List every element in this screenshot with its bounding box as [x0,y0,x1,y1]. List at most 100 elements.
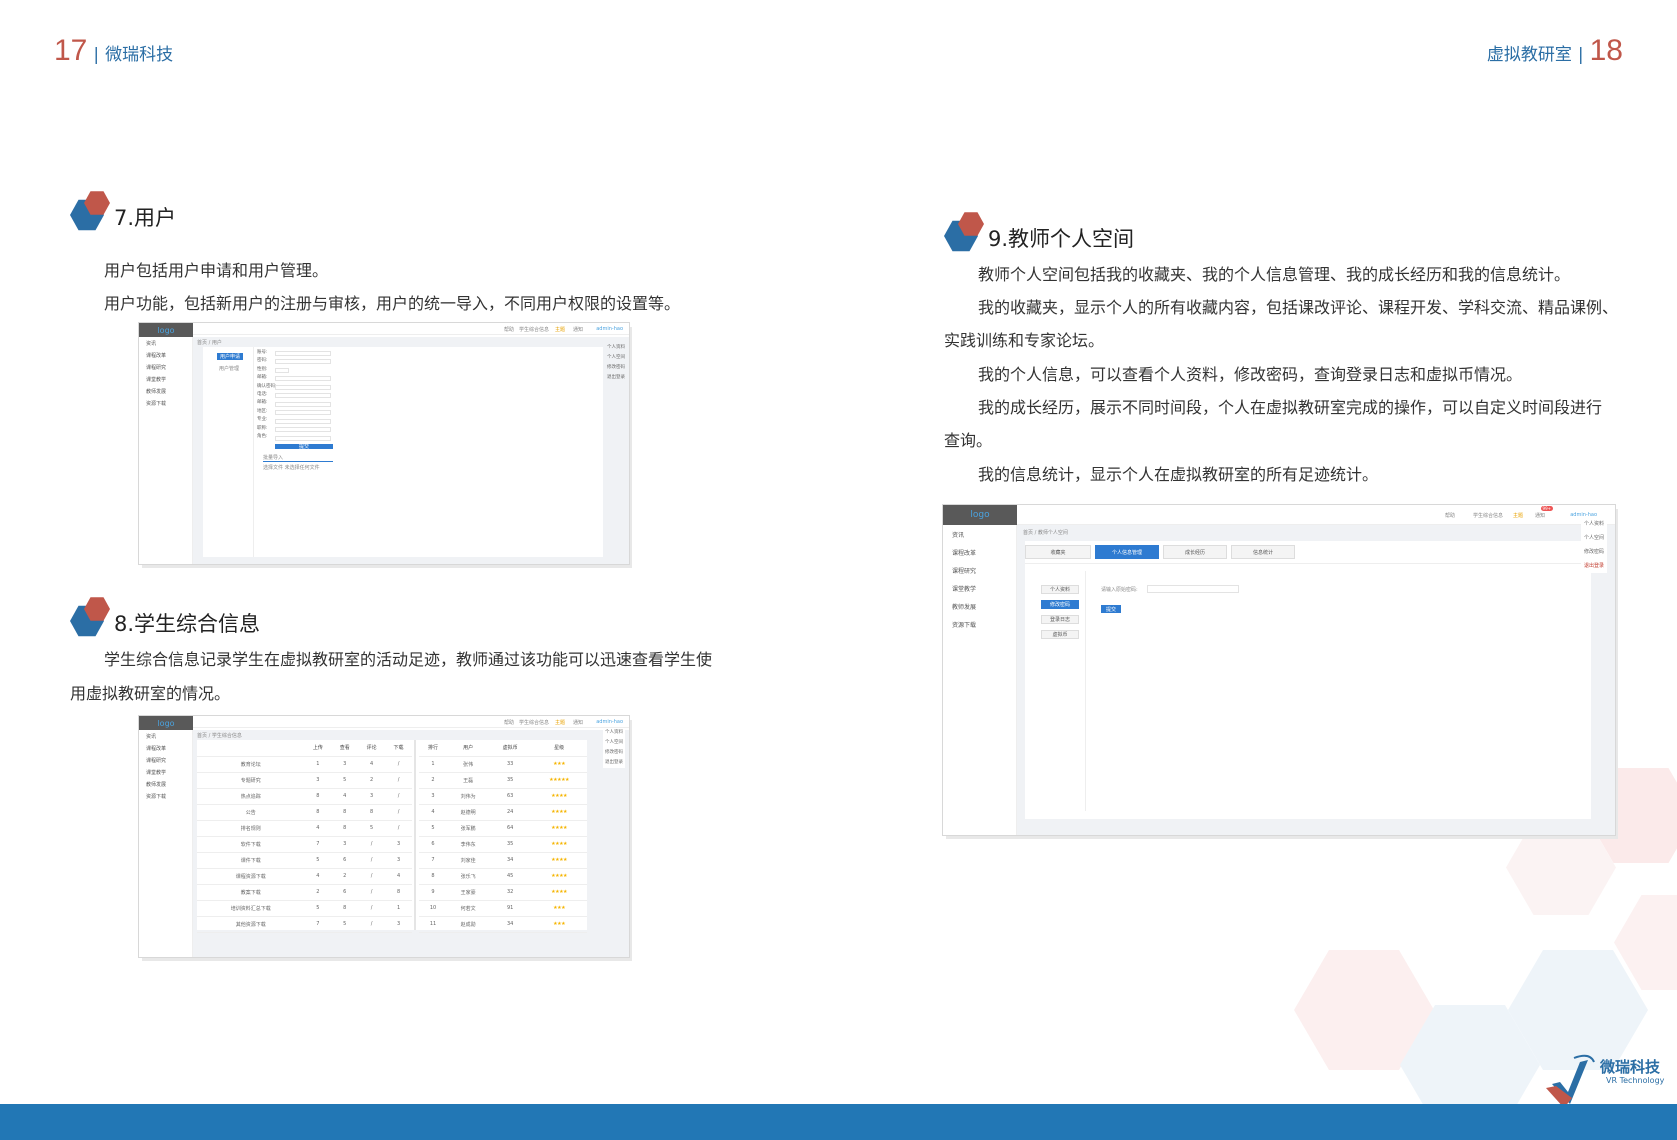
footer-bar [0,1104,1677,1140]
form-input[interactable] [275,402,331,407]
menu-profile[interactable]: 个人资料 [1041,585,1079,594]
menu-item[interactable]: 修改密码 [1584,545,1604,559]
password-input[interactable] [1147,585,1239,593]
app-main: 首页 / 用户 用户申请 用户管理 账号: 密码: 性别: 邮箱: 确认密码: … [193,337,629,564]
table-header-row: 排行 用户 虚拟币 星级 [419,740,587,757]
tab-user-manage[interactable]: 用户管理 [219,365,239,372]
sidebar-item[interactable]: 资讯 [139,337,192,349]
topbar-notice[interactable]: 通知 [573,326,583,333]
table-cell: 公告 [197,804,305,821]
screenshot-users: logo 资讯 课程改革 课程研究 课堂教学 教师发展 资源下载 帮助 学生综合… [139,323,629,564]
menu-item[interactable]: 个人资料 [607,343,625,353]
table-cell: 8 [304,804,332,821]
section-title: 9.教师个人空间 [988,227,1135,251]
table-cell: 张伟 [447,756,490,773]
menu-item[interactable]: 个人资料 [1584,517,1604,531]
sidebar-item[interactable]: 课程研究 [139,754,192,766]
topbar-notice[interactable]: 通知 [573,719,583,726]
menu-item[interactable]: 退出登录 [1584,559,1604,573]
menu-item[interactable]: 退出登录 [605,758,623,768]
sidebar-item[interactable]: 资源下载 [943,615,1016,633]
table-cell: / [358,916,386,933]
left-header-title: 微瑞科技 [105,45,174,65]
table-cell: 8 [331,900,359,917]
sidebar-item[interactable]: 课程改革 [139,349,192,361]
sidebar-item[interactable]: 资讯 [139,730,192,742]
menu-item[interactable]: 个人资料 [605,728,623,738]
topbar-student-info[interactable]: 学生综合信息 [519,719,549,726]
topbar-notice[interactable]: 通知 [1535,512,1545,519]
paragraph: 用户功能，包括新用户的注册与审核，用户的统一导入，不同用户权限的设置等。 [104,294,681,313]
table-cell: 2 [304,884,332,901]
menu-item[interactable]: 修改密码 [607,363,625,373]
submit-button[interactable]: 提交 [275,444,333,450]
topbar-user[interactable]: admin-hao [596,719,623,725]
form-input[interactable] [275,393,331,398]
sidebar-item[interactable]: 资源下载 [139,397,192,409]
table-cell: 24 [489,804,532,821]
sidebar-item[interactable]: 教师发展 [943,597,1016,615]
menu-item[interactable]: 个人空间 [607,353,625,363]
topbar-help[interactable]: 帮助 [504,326,514,333]
table-cell: 李伟东 [447,836,490,853]
sidebar-item[interactable]: 课堂教学 [943,579,1016,597]
table-cell: 1 [419,756,448,773]
form-select[interactable] [275,368,289,373]
submit-button[interactable]: 提交 [1101,605,1121,613]
form-select[interactable] [275,410,331,415]
right-page-number: 18 [1589,34,1623,67]
sidebar-item[interactable]: 资讯 [943,525,1016,543]
form-select[interactable] [275,436,331,441]
form-select[interactable] [275,419,331,424]
form-input[interactable] [275,359,331,364]
table-cell: 32 [489,884,532,901]
table-cell: 34 [489,916,532,933]
sidebar-item[interactable]: 课程研究 [943,561,1016,579]
tab-user-apply[interactable]: 用户申请 [217,353,243,360]
table-row: 5 张军鹏 64 ★★★★ [419,820,587,837]
table-row: 教育论坛 1 3 4/ [197,756,412,773]
topbar-theme[interactable]: 主题 [555,326,565,333]
menu-item[interactable]: 修改密码 [605,748,623,758]
topbar-student-info[interactable]: 学生综合信息 [1473,512,1503,519]
hexagon-bullet-icon [70,190,110,232]
hexagon-bullet-icon [944,211,984,253]
user-dropdown-menu: 个人资料 个人空间 修改密码 退出登录 [607,343,625,383]
user-dropdown-menu: 个人资料 个人空间 修改密码 退出登录 [603,728,625,768]
menu-item[interactable]: 个人空间 [605,738,623,748]
tab-growth[interactable]: 成长经历 [1163,545,1227,559]
table-cell: 教育论坛 [197,756,305,773]
form-select[interactable] [275,427,331,432]
sidebar-item[interactable]: 教师发展 [139,385,192,397]
right-header-title: 虚拟教研室 [1486,45,1572,65]
topbar-theme[interactable]: 主题 [1513,512,1523,519]
tab-favorites[interactable]: 收藏夹 [1025,545,1091,559]
form-input[interactable] [275,351,331,356]
sidebar-item[interactable]: 课程研究 [139,361,192,373]
form-input[interactable] [275,385,331,390]
table-row: 6 李伟东 35 ★★★★ [419,836,587,853]
sidebar-item[interactable]: 教师发展 [139,778,192,790]
breadcrumb: 首页 / 学生综合信息 [197,733,242,739]
sidebar-item[interactable]: 课堂教学 [139,373,192,385]
table-cell: 7 [419,852,448,869]
topbar-student-info[interactable]: 学生综合信息 [519,326,549,333]
topbar-user[interactable]: admin-hao [596,326,623,332]
app-main: 首页 / 学生综合信息 上传 查看 评论 下载 教育论坛 1 3 4/专题研究 3 5 2/热点追… [193,728,629,957]
menu-item[interactable]: 个人空间 [1584,531,1604,545]
menu-item[interactable]: 退出登录 [607,373,625,383]
topbar-theme[interactable]: 主题 [555,719,565,726]
sidebar-item[interactable]: 课程改革 [943,543,1016,561]
menu-change-password[interactable]: 修改密码 [1041,600,1079,609]
topbar-help[interactable]: 帮助 [1445,512,1455,519]
form-input[interactable] [275,376,331,381]
import-label[interactable]: 批量导入 [263,454,283,461]
sidebar-item[interactable]: 课程改革 [139,742,192,754]
sidebar-item[interactable]: 课堂教学 [139,766,192,778]
tab-personal-info[interactable]: 个人信息管理 [1095,545,1159,559]
topbar-help[interactable]: 帮助 [504,719,514,726]
sidebar-item[interactable]: 资源下载 [139,790,192,802]
menu-virtual-coin[interactable]: 虚拟币 [1041,630,1079,639]
tab-statistics[interactable]: 信息统计 [1231,545,1295,559]
menu-login-log[interactable]: 登录日志 [1041,615,1079,624]
